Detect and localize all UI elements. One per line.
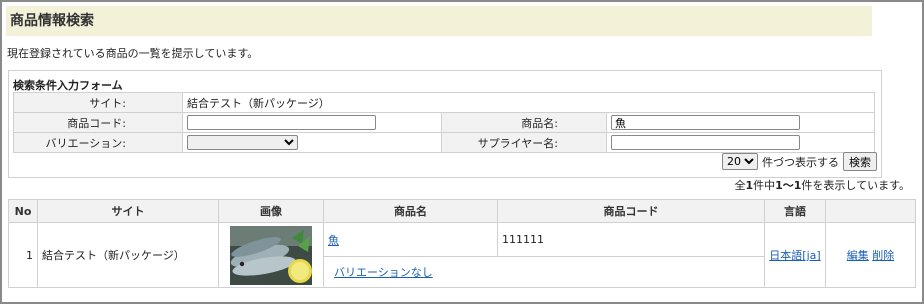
delete-link[interactable]: 削除 — [872, 249, 894, 262]
result-count: 全1件中1～1件を表示しています。 — [734, 179, 910, 192]
variation-label: バリエーション: — [13, 132, 183, 153]
row-variation-cell: バリエーションなし — [323, 256, 765, 288]
page-title: 商品情報検索 — [6, 6, 872, 36]
col-site: サイト — [37, 199, 219, 223]
results-header-row: No サイト 画像 商品名 商品コード 言語 — [8, 199, 916, 223]
page-description: 現在登録されている商品の一覧を提示しています。 — [7, 47, 259, 60]
col-language: 言語 — [764, 199, 826, 223]
row-actions-cell: 編集 削除 — [825, 222, 916, 288]
product-name-link[interactable]: 魚 — [328, 234, 339, 247]
col-no: No — [8, 199, 38, 223]
language-link[interactable]: 日本語[ja] — [769, 249, 820, 262]
product-name-label: 商品名: — [441, 112, 607, 133]
search-button[interactable]: 検索 — [843, 152, 877, 171]
site-label: サイト: — [13, 92, 183, 113]
row-product-name-cell: 魚 — [323, 222, 498, 257]
product-code-input[interactable] — [187, 115, 376, 130]
search-form: 検索条件入力フォーム サイト: 結合テスト（新パッケージ） 商品コード: 商品名… — [8, 70, 882, 178]
form-actions: 20 件づつ表示する 検索 — [722, 152, 877, 171]
table-row: 1 結合テスト（新パッケージ） 魚 111111 日本語[ja] 編集 削除 — [8, 222, 916, 288]
col-product-name: 商品名 — [323, 199, 498, 223]
row-product-code: 111111 — [497, 222, 765, 257]
per-page-suffix: 件づつ表示する — [762, 155, 839, 169]
row-language-cell: 日本語[ja] — [764, 222, 826, 288]
supplier-name-input[interactable] — [611, 135, 800, 150]
variation-link[interactable]: バリエーションなし — [334, 266, 433, 279]
col-image: 画像 — [218, 199, 324, 223]
product-name-input[interactable] — [611, 115, 800, 130]
col-product-code: 商品コード — [497, 199, 765, 223]
row-no: 1 — [8, 222, 38, 288]
variation-select[interactable] — [187, 135, 298, 150]
search-form-table: サイト: 結合テスト（新パッケージ） 商品コード: 商品名: バリエーション: … — [13, 92, 875, 153]
row-image-cell — [218, 222, 324, 288]
per-page-select[interactable]: 20 — [722, 153, 758, 170]
edit-link[interactable]: 編集 — [847, 249, 869, 262]
fish-image — [230, 225, 312, 285]
row-site: 結合テスト（新パッケージ） — [37, 222, 219, 288]
results-table: No サイト 画像 商品名 商品コード 言語 1 結合テスト（新パッケージ） 魚 — [8, 199, 916, 288]
product-code-label: 商品コード: — [13, 112, 183, 133]
col-actions — [825, 199, 916, 223]
supplier-name-label: サプライヤー名: — [441, 132, 607, 153]
site-value: 結合テスト（新パッケージ） — [182, 92, 875, 113]
form-title: 検索条件入力フォーム — [13, 79, 123, 92]
